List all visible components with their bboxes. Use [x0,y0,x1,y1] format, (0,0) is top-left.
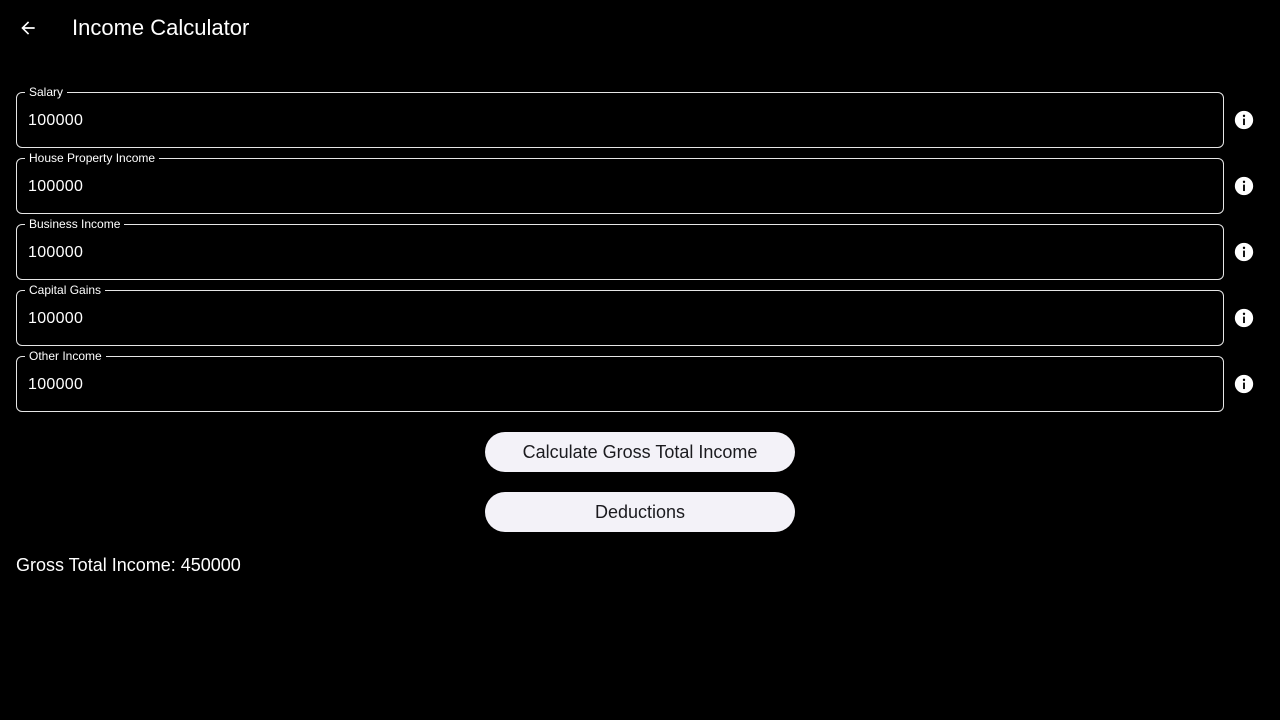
salary-row: Salary 100000 [16,84,1264,148]
house-property-input-value[interactable]: 100000 [28,177,83,197]
business-income-field[interactable]: Business Income 100000 [16,216,1224,280]
capital-gains-label: Capital Gains [25,282,106,298]
other-income-input-value[interactable]: 100000 [28,375,83,395]
business-income-row: Business Income 100000 [16,216,1264,280]
house-property-field[interactable]: House Property Income 100000 [16,150,1224,214]
other-income-info-button[interactable] [1233,373,1255,395]
info-icon [1234,242,1254,262]
info-icon [1234,176,1254,196]
info-icon [1234,374,1254,394]
other-income-row: Other Income 100000 [16,348,1264,412]
info-icon [1234,110,1254,130]
capital-gains-input-value[interactable]: 100000 [28,309,83,329]
salary-label: Salary [25,84,68,100]
house-property-label: House Property Income [25,150,160,166]
other-income-field[interactable]: Other Income 100000 [16,348,1224,412]
house-property-row: House Property Income 100000 [16,150,1264,214]
business-income-info-button[interactable] [1233,241,1255,263]
other-income-label: Other Income [25,348,106,364]
back-button[interactable] [12,12,44,44]
info-icon [1234,308,1254,328]
business-income-label: Business Income [25,216,125,232]
app-bar: Income Calculator [0,0,1280,56]
gross-total-income-result: Gross Total Income: 450000 [16,555,241,575]
capital-gains-info-button[interactable] [1233,307,1255,329]
salary-info-button[interactable] [1233,109,1255,131]
salary-field[interactable]: Salary 100000 [16,84,1224,148]
capital-gains-field[interactable]: Capital Gains 100000 [16,282,1224,346]
deductions-button[interactable]: Deductions [485,492,795,532]
arrow-left-icon [21,21,35,35]
page-title: Income Calculator [72,15,250,40]
calculate-gross-total-income-button[interactable]: Calculate Gross Total Income [485,432,795,472]
house-property-info-button[interactable] [1233,175,1255,197]
salary-input-value[interactable]: 100000 [28,111,83,131]
capital-gains-row: Capital Gains 100000 [16,282,1264,346]
business-income-input-value[interactable]: 100000 [28,243,83,263]
